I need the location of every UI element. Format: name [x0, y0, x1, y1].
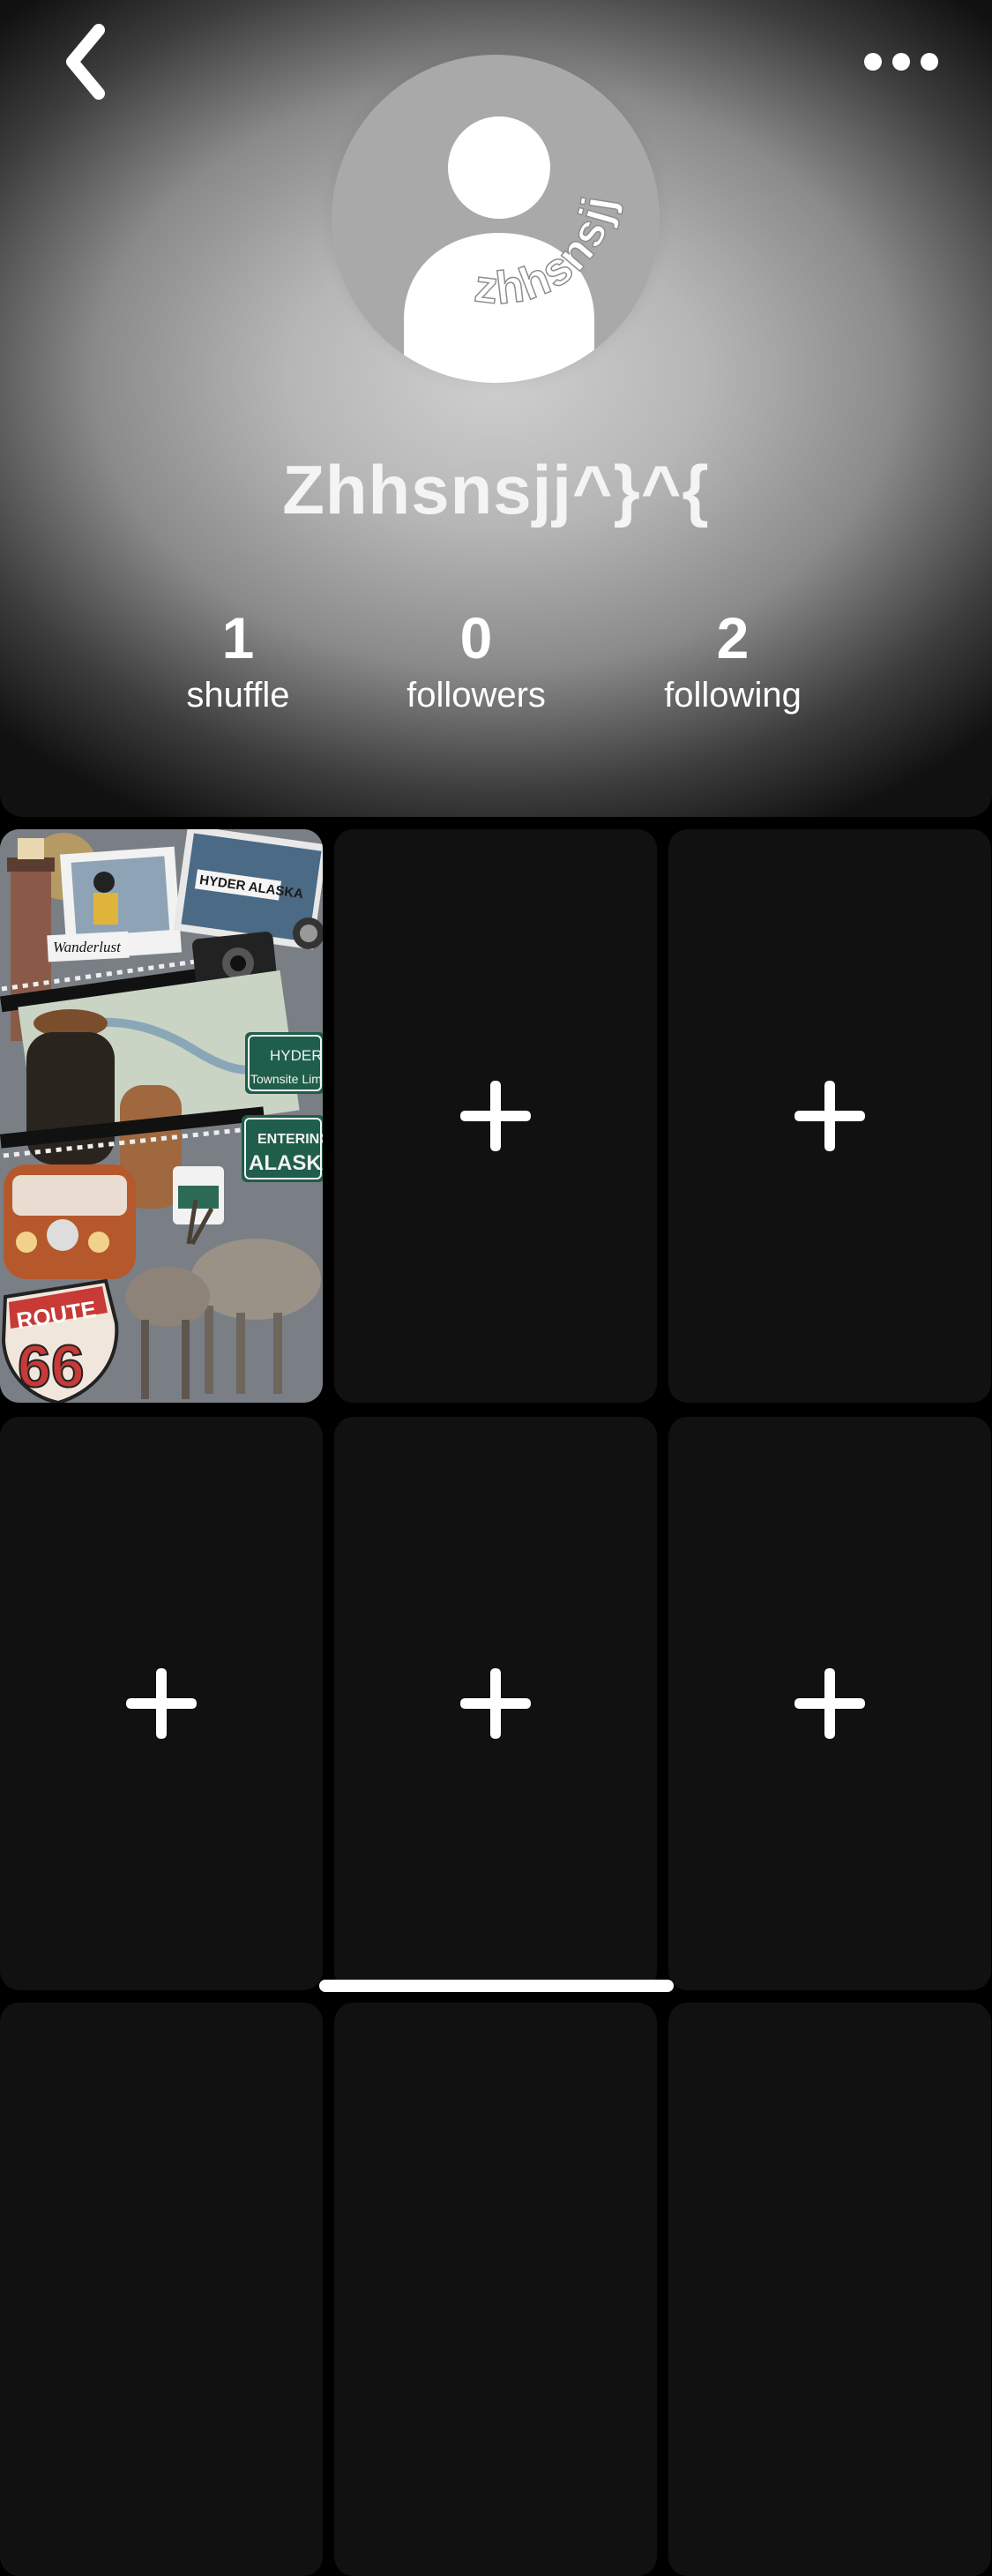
route-number: 66 — [18, 1333, 85, 1400]
add-shuffle-tile[interactable] — [334, 2003, 657, 2576]
add-shuffle-tile[interactable] — [334, 1417, 657, 1990]
plus-sparkle-icon — [794, 1668, 865, 1739]
more-options-button[interactable] — [857, 35, 945, 88]
more-horizontal-icon — [864, 53, 938, 71]
chevron-left-icon — [66, 24, 105, 100]
stat-shuffle-count: 1 — [221, 605, 255, 670]
plus-sparkle-icon — [126, 1668, 197, 1739]
back-button[interactable] — [55, 19, 125, 108]
stat-shuffle[interactable]: 1 shuffle — [123, 607, 353, 718]
stat-shuffle-label: shuffle — [186, 676, 290, 715]
stat-following[interactable]: 2 following — [618, 607, 847, 718]
sign-entering: ENTERING — [257, 1132, 323, 1147]
display-name: Zhhsnsjj^}^{ — [282, 451, 710, 528]
stat-following-count: 2 — [716, 605, 750, 670]
shuffle-tile-collage[interactable]: HYDER ALASKA Wanderlust HYDER Townsite L… — [0, 829, 323, 1403]
profile-header: zhhsnsjj Zhhsnsjj^}^{ 1 shuffle 0 follow… — [0, 0, 992, 817]
add-shuffle-tile[interactable] — [334, 829, 657, 1403]
sign-hyder: HYDER — [270, 1047, 323, 1064]
stat-followers-label: followers — [406, 676, 546, 715]
plus-sparkle-icon — [794, 1081, 865, 1151]
add-shuffle-tile[interactable] — [0, 1417, 323, 1990]
avatar[interactable]: zhhsnsjj — [332, 55, 660, 383]
plus-sparkle-icon — [460, 1081, 531, 1151]
stat-followers-count: 0 — [459, 605, 493, 670]
collage-image: HYDER ALASKA Wanderlust HYDER Townsite L… — [0, 829, 323, 1403]
stat-following-label: following — [664, 676, 802, 715]
add-shuffle-tile[interactable] — [0, 2003, 323, 2576]
add-shuffle-tile[interactable] — [668, 1417, 991, 1990]
stat-followers[interactable]: 0 followers — [362, 607, 591, 718]
home-indicator[interactable] — [319, 1980, 674, 1992]
add-shuffle-tile[interactable] — [668, 829, 991, 1403]
plus-sparkle-icon — [460, 1668, 531, 1739]
sign-townsite: Townsite Lim — [250, 1072, 322, 1086]
sign-alaska: ALASKA — [249, 1151, 323, 1175]
default-user-icon: zhhsnsjj — [404, 116, 624, 383]
add-shuffle-tile[interactable] — [668, 2003, 991, 2576]
wanderlust-label: Wanderlust — [53, 939, 122, 955]
